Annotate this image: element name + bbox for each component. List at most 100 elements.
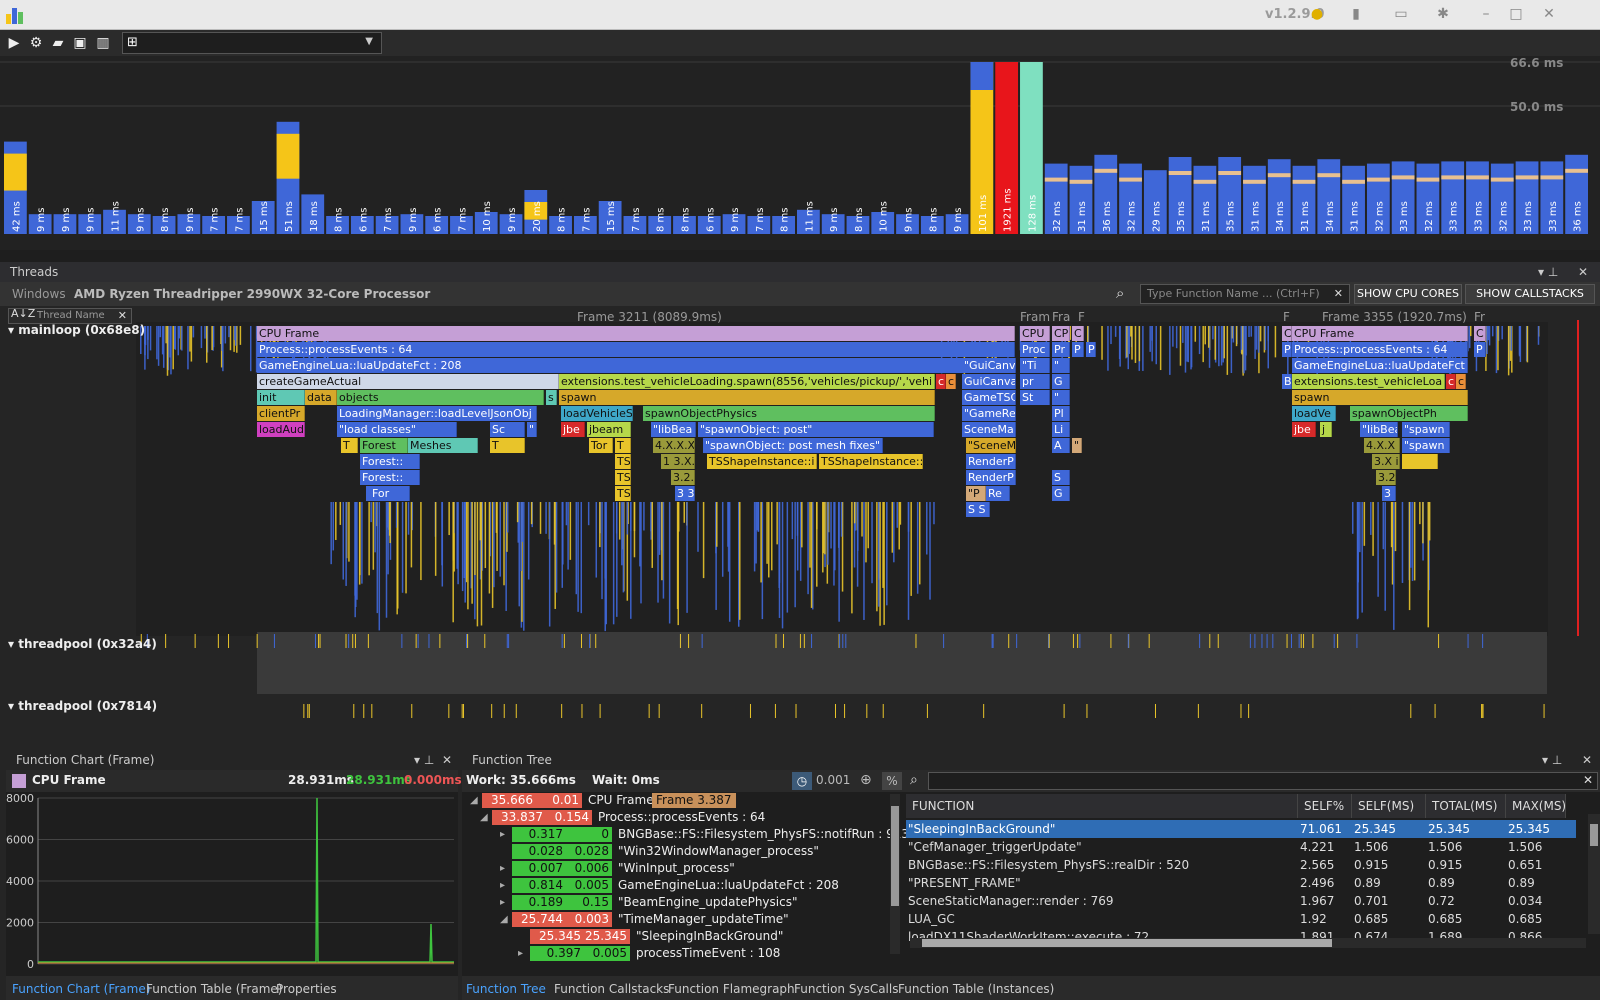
tab-function-syscalls[interactable]: Function SysCalls	[794, 978, 898, 1000]
flame-guicanva[interactable]: GuiCanva	[962, 374, 1016, 389]
flame-init[interactable]: init	[257, 390, 305, 405]
flame-create-game[interactable]: createGameActual	[257, 374, 559, 389]
expand-arrow-icon[interactable]: ◢	[500, 911, 508, 928]
flame-ext-spawn-right[interactable]: extensions.test_vehicleLoa	[1292, 374, 1445, 389]
flame-a-small[interactable]: A	[1052, 438, 1070, 453]
expand-arrow-icon[interactable]: ▸	[518, 945, 523, 962]
flame-3-right[interactable]: 3	[1382, 486, 1396, 501]
clear-search-icon[interactable]: ✕	[1583, 773, 1593, 787]
flame-renderp[interactable]: RenderP	[966, 454, 1016, 469]
flame-lua-update-right[interactable]: GameEngineLua::luaUpdateFct :	[1292, 358, 1468, 373]
flame-spawn-right-q[interactable]: "spawn	[1402, 422, 1450, 437]
flame-jbeam[interactable]: jbeam	[587, 422, 631, 437]
flame-gametsc[interactable]: GameTSC	[962, 390, 1016, 405]
flame-process-events-right[interactable]: Process::processEvents : 64	[1292, 342, 1468, 357]
clear-filter-icon[interactable]: ✕	[118, 309, 127, 322]
search-icon[interactable]: ⌕	[910, 772, 918, 788]
thread-threadpool-2[interactable]: ▾ threadpool (0x7814)	[8, 699, 157, 713]
expand-arrow-icon[interactable]: ▸	[500, 826, 505, 843]
flame-forest-2[interactable]: Forest::	[360, 454, 420, 469]
save-icon[interactable]: ▣	[70, 33, 90, 53]
flame-c-right[interactable]: c	[1446, 374, 1456, 389]
tree-row[interactable]: ◢ 33.837 0.154 Process::processEvents : 64	[462, 809, 892, 826]
tab-properties[interactable]: Properties	[276, 978, 337, 1000]
expand-arrow-icon[interactable]: ◢	[470, 792, 478, 809]
flame-pr-small[interactable]: Pr	[1052, 342, 1070, 357]
flame-tor[interactable]: Tor	[589, 438, 613, 453]
table-row[interactable]: "SleepingInBackGround" 71.061 25.345 25.345…	[906, 820, 1576, 838]
flame-lua-update[interactable]: GameEngineLua::luaUpdateFct : 208	[257, 358, 1015, 373]
flame-ts[interactable]: TS	[615, 454, 631, 469]
flame-quote[interactable]: "	[527, 422, 537, 437]
maximize-icon[interactable]: □	[1505, 6, 1527, 22]
windows-tab[interactable]: Windows	[8, 285, 70, 303]
thread-name-filter-input[interactable]: A↓Z Thread Name ✕	[8, 307, 132, 324]
flame-renderp-2[interactable]: RenderP	[966, 470, 1016, 485]
table-row[interactable]: SceneStaticManager::render : 769 1.967 0.7…	[906, 892, 1576, 910]
tree-row[interactable]: ▸ 0.007 0.006 "WinInput_process"	[462, 860, 892, 877]
flame-g-small[interactable]: G	[1052, 486, 1070, 501]
search-icon[interactable]: ⌕	[1116, 284, 1124, 302]
flame-libbea-right[interactable]: "libBea	[1360, 422, 1398, 437]
flame-data[interactable]: data	[305, 390, 337, 405]
sort-az-icon[interactable]: A↓Z	[11, 307, 35, 320]
table-row[interactable]: BNGBase::FS::Filesystem_PhysFS::realDir …	[906, 856, 1576, 874]
tree-row[interactable]: 0.028 0.028 "Win32WindowManager_process"	[462, 843, 892, 860]
flame-forest[interactable]: Forest	[360, 438, 408, 453]
thread-timeline[interactable]: A↓Z Thread Name ✕ Frame 3211 (8089.9ms) …	[0, 306, 1600, 750]
stopwatch-icon[interactable]: ◷	[792, 772, 812, 790]
flame-tsshape-2[interactable]: TSShapeInstance::	[819, 454, 923, 469]
table-hscrollbar-thumb[interactable]	[922, 939, 1332, 947]
flame-spawn[interactable]: spawn	[559, 390, 935, 405]
flame-jbe[interactable]: jbe	[561, 422, 585, 437]
table-search-input[interactable]: ✕	[928, 772, 1598, 790]
flame-proc-small[interactable]: Proc	[1020, 342, 1050, 357]
tree-row[interactable]: ◢ 25.744 0.003 "TimeManager_updateTime"	[462, 911, 892, 928]
flame-re[interactable]: Re	[986, 486, 1010, 501]
flame-t[interactable]: T	[490, 438, 525, 453]
flame-p-small[interactable]: P	[1086, 342, 1096, 357]
flame-g-small[interactable]: G	[1052, 374, 1070, 389]
tab-function-table-instances[interactable]: Function Table (Instances)	[898, 978, 1054, 1000]
flame-loadve-right[interactable]: loadVe	[1292, 406, 1336, 421]
flame-pr-small[interactable]: pr	[1020, 374, 1050, 389]
pin-icon[interactable]: ▾ ⊥	[414, 750, 434, 770]
warning-icon[interactable]: ●	[1306, 6, 1328, 22]
play-icon[interactable]: ▶	[4, 33, 24, 53]
flame-load-aud[interactable]: loadAud	[257, 422, 305, 437]
flame-4xx-right[interactable]: 4.X.X	[1364, 438, 1400, 453]
col-self-pct[interactable]: SELF%	[1298, 794, 1352, 818]
flame-ts[interactable]: TS	[615, 486, 631, 501]
flame-32[interactable]: 3.2.	[671, 470, 695, 485]
expand-arrow-icon[interactable]: ◢	[480, 809, 488, 826]
flame-c[interactable]: c	[946, 374, 956, 389]
thread-selector-dropdown[interactable]: ⊞ ▼	[122, 32, 382, 54]
col-total-ms[interactable]: TOTAL(MS)	[1426, 794, 1506, 818]
flame-c[interactable]: c	[936, 374, 946, 389]
flame-load-classes[interactable]: "load classes"	[337, 422, 457, 437]
flame-b-right[interactable]: B	[1282, 374, 1292, 389]
chat-icon[interactable]: ▭	[1390, 6, 1412, 22]
flame-t[interactable]: T	[615, 438, 631, 453]
tree-row[interactable]: ▸ 0.189 0.15 "BeamEngine_updatePhysics"	[462, 894, 892, 911]
flame-spawn-right[interactable]: spawn	[1292, 390, 1468, 405]
flame-c-right[interactable]: C	[1282, 326, 1292, 341]
flame-loading-manager[interactable]: LoadingManager::loadLevelJsonObj	[337, 406, 537, 421]
tree-row[interactable]: 25.345 25.345 "SleepingInBackGround"	[462, 928, 892, 945]
show-callstacks-button[interactable]: SHOW CALLSTACKS	[1465, 284, 1595, 304]
expand-arrow-icon[interactable]: ▸	[500, 894, 505, 911]
flame-for[interactable]: For	[366, 486, 410, 501]
col-max-ms[interactable]: MAX(MS)	[1506, 794, 1566, 818]
flame-forest-3[interactable]: Forest::	[360, 470, 420, 485]
flame-quote-small[interactable]: "	[1052, 390, 1070, 405]
flame-4xxx[interactable]: 4.X.X.X	[653, 438, 695, 453]
flame-jbe-right[interactable]: jbe	[1292, 422, 1316, 437]
flame-3x-right[interactable]: 3.X i	[1372, 454, 1400, 469]
tree-scrollbar[interactable]	[890, 794, 900, 954]
table-scrollbar-thumb[interactable]	[1590, 824, 1598, 846]
flame-spawnph-right[interactable]: spawnObjectPh	[1350, 406, 1468, 421]
flame-ti-small[interactable]: "Ti	[1020, 358, 1050, 373]
function-search-input[interactable]: Type Function Name ... (Ctrl+F) ✕	[1140, 284, 1350, 304]
flame-libbea[interactable]: "libBea	[651, 422, 696, 437]
flame-32-right[interactable]: 3.2	[1376, 470, 1396, 485]
